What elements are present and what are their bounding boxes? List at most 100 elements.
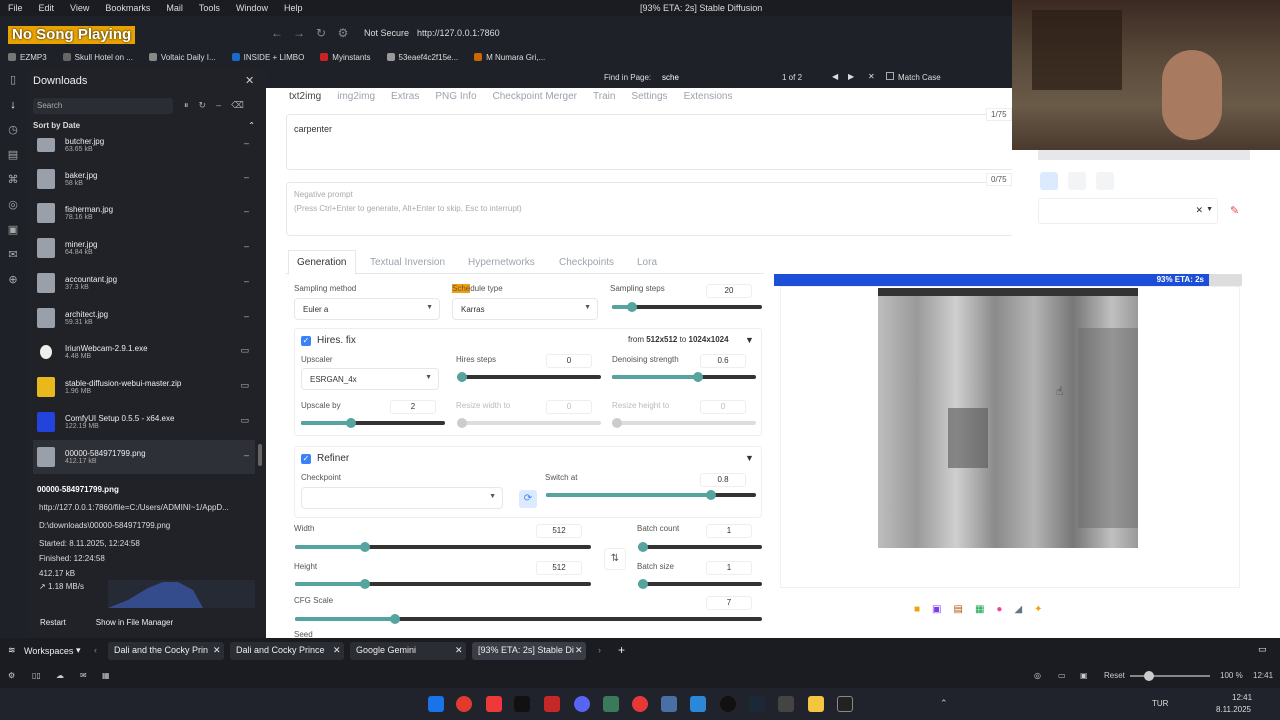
hires-steps-input[interactable]: 0 — [546, 354, 592, 368]
app-icon[interactable] — [661, 696, 677, 712]
tray-time[interactable]: 12:41 — [1232, 693, 1252, 702]
edit-styles-icon[interactable]: ✎ — [1230, 204, 1239, 217]
folder-icon[interactable]: ■ — [914, 604, 920, 615]
tab-menu-icon[interactable]: ▭ — [1258, 644, 1267, 655]
list-item[interactable]: baker.jpg 58 kB – — [33, 162, 255, 196]
switch-at-input[interactable]: 0.8 — [700, 473, 746, 487]
list-item[interactable]: fisherman.jpg 78.16 kB – — [33, 196, 255, 230]
resize-height-input[interactable]: 0 — [700, 400, 746, 414]
apply-style-icon[interactable] — [1040, 172, 1058, 190]
cfg-scale-slider[interactable] — [295, 614, 762, 624]
settings-icon[interactable]: ⚙ — [8, 671, 15, 680]
switch-at-slider[interactable] — [546, 490, 756, 500]
vivaldi-icon[interactable] — [486, 696, 502, 712]
swap-dimensions-icon[interactable]: ⇅ — [604, 548, 626, 570]
window-panel-icon[interactable]: ▣ — [0, 218, 26, 243]
height-input[interactable]: 512 — [536, 561, 582, 575]
browser-tab[interactable]: Dali and the Cocky Prin — [108, 642, 224, 660]
downloads-panel-icon[interactable]: ↓ — [0, 93, 26, 118]
discord-icon[interactable] — [574, 696, 590, 712]
upscaler-dropdown[interactable]: ESRGAN_4x ▼ — [301, 368, 439, 390]
tab-scroll-left-icon[interactable]: ‹ — [94, 645, 97, 655]
tab-generation[interactable]: Generation — [297, 257, 346, 268]
menu-mail[interactable]: Mail — [158, 3, 191, 13]
list-item[interactable]: miner.jpg 64.84 kB – — [33, 231, 255, 265]
sort-by-date[interactable]: Sort by Date ⌃ — [33, 121, 255, 130]
forward-icon[interactable]: → — [288, 26, 310, 40]
restart-button[interactable]: Restart — [40, 618, 66, 627]
remove-icon[interactable]: – — [244, 206, 249, 216]
slider-knob[interactable] — [457, 372, 467, 382]
list-item[interactable]: IriunWebcam-2.9.1.exe 4.48 MB ▭ — [33, 335, 255, 369]
menu-view[interactable]: View — [62, 3, 97, 13]
app-icon[interactable] — [778, 696, 794, 712]
upscale-by-input[interactable]: 2 — [390, 400, 436, 414]
cfg-scale-input[interactable]: 7 — [706, 596, 752, 610]
trash-icon[interactable] — [1068, 172, 1086, 190]
batch-count-slider[interactable] — [638, 542, 762, 552]
page-settings-icon[interactable]: ⚙ — [332, 26, 354, 40]
filezilla-icon[interactable] — [544, 696, 560, 712]
clear-icon[interactable]: ⌫ — [231, 100, 244, 111]
translate-icon[interactable]: ⌘ — [0, 168, 26, 193]
downloads-search-input[interactable]: Search — [33, 98, 173, 114]
slider-knob[interactable] — [360, 542, 370, 552]
tab-settings[interactable]: Settings — [631, 91, 667, 102]
reload-icon[interactable]: ↻ — [310, 26, 332, 40]
sampling-steps-input[interactable]: 20 — [706, 284, 752, 298]
batch-count-input[interactable]: 1 — [706, 524, 752, 538]
sampling-method-dropdown[interactable]: Euler a ▼ — [294, 298, 440, 320]
menu-window[interactable]: Window — [228, 3, 276, 13]
zoom-reset-button[interactable]: Reset — [1104, 671, 1125, 680]
find-close-icon[interactable]: ✕ — [868, 72, 875, 81]
bookmark-item[interactable]: Skull Hotel on ... — [55, 53, 141, 62]
hires-fix-checkbox[interactable]: ✓ — [301, 336, 311, 346]
bookmark-item[interactable]: Myinstants — [312, 53, 378, 62]
browser-tab[interactable]: Dali and Cocky Prince — [230, 642, 344, 660]
clear-icon[interactable]: ✕ — [1195, 205, 1203, 216]
workspaces-icon[interactable]: ≋ — [8, 645, 16, 656]
clipboard-icon[interactable] — [1096, 172, 1114, 190]
slider-knob[interactable] — [638, 579, 648, 589]
close-tab-icon[interactable]: ✕ — [575, 645, 583, 656]
remove-icon[interactable]: – — [244, 450, 249, 460]
tab-checkpoint-merger[interactable]: Checkpoint Merger — [493, 91, 577, 102]
tab-img2img[interactable]: img2img — [337, 91, 375, 102]
resize-height-slider[interactable] — [612, 418, 756, 428]
bookmarks-panel-icon[interactable]: ▯ — [0, 68, 26, 93]
collapse-icon[interactable]: ▼ — [745, 453, 754, 463]
hires-steps-slider[interactable] — [457, 372, 601, 382]
bookmark-item[interactable]: M Numara Gri,... — [466, 53, 553, 62]
tab-train[interactable]: Train — [593, 91, 615, 102]
resize-width-slider[interactable] — [457, 418, 601, 428]
slider-knob[interactable] — [627, 302, 637, 312]
width-slider[interactable] — [295, 542, 591, 552]
media-icon[interactable] — [632, 696, 648, 712]
remove-icon[interactable]: – — [244, 276, 249, 286]
terminal-icon[interactable] — [514, 696, 530, 712]
bookmark-item[interactable]: EZMP3 — [0, 53, 55, 62]
batch-size-slider[interactable] — [638, 579, 762, 589]
menu-bookmarks[interactable]: Bookmarks — [97, 3, 158, 13]
find-prev-icon[interactable]: ◀ — [832, 72, 838, 81]
tab-lora[interactable]: Lora — [637, 257, 657, 268]
denoising-strength-slider[interactable] — [612, 372, 756, 382]
calendar-icon[interactable]: ▦ — [102, 671, 110, 680]
send-to-inpaint-icon[interactable]: ● — [996, 604, 1002, 615]
width-input[interactable]: 512 — [536, 524, 582, 538]
show-in-file-manager-button[interactable]: Show in File Manager — [96, 618, 173, 627]
scrollbar[interactable] — [258, 444, 262, 466]
mail-icon[interactable]: ✉ — [80, 671, 87, 680]
cloud-icon[interactable]: ☁ — [56, 671, 64, 680]
remove-icon[interactable]: – — [244, 172, 249, 182]
batch-size-input[interactable]: 1 — [706, 561, 752, 575]
bookmark-item[interactable]: INSIDE + LIMBO — [224, 53, 313, 62]
tab-hypernetworks[interactable]: Hypernetworks — [468, 257, 535, 268]
negative-prompt-field[interactable]: Negative prompt (Press Ctrl+Enter to gen… — [286, 182, 1026, 236]
tab-extras[interactable]: Extras — [391, 91, 419, 102]
slider-knob[interactable] — [457, 418, 467, 428]
send-to-img2img-icon[interactable]: ▦ — [975, 604, 984, 615]
slider-knob[interactable] — [346, 418, 356, 428]
tab-checkpoints[interactable]: Checkpoints — [559, 257, 614, 268]
folder-icon[interactable]: ▭ — [240, 345, 249, 356]
